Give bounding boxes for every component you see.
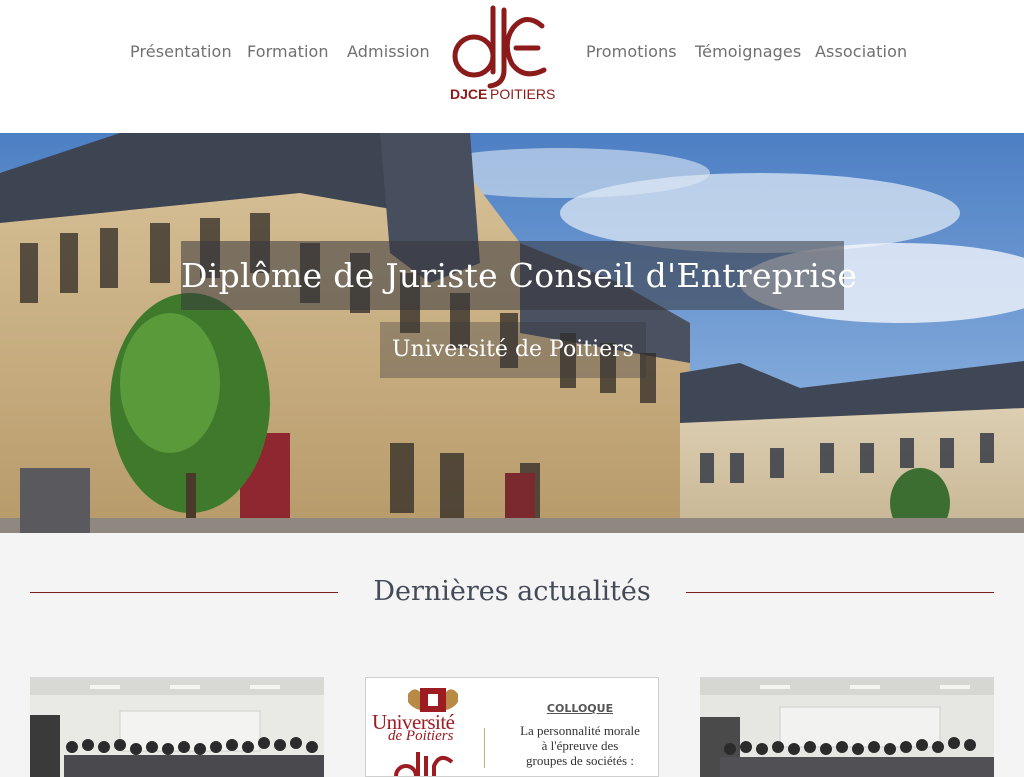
news-rule-right bbox=[686, 592, 994, 593]
nav-admission[interactable]: Admission bbox=[347, 42, 430, 61]
university-de: de Poitiers bbox=[388, 728, 454, 744]
hero-title: Diplôme de Juriste Conseil d'Entreprise bbox=[181, 241, 857, 310]
djce-logo[interactable]: DJCE POITIERS bbox=[446, 4, 562, 102]
logo-wordmark-bold: DJCE bbox=[450, 86, 487, 102]
news-card-2[interactable]: Université de Poitiers COLLOQUE La perso… bbox=[365, 677, 659, 777]
colloque-label: COLLOQUE bbox=[546, 702, 614, 715]
colloque-line-3: groupes de sociétés : bbox=[526, 753, 634, 768]
site-header: Présentation Formation Admission DJCE PO… bbox=[0, 0, 1024, 133]
nav-presentation[interactable]: Présentation bbox=[130, 42, 232, 61]
nav-promotions[interactable]: Promotions bbox=[586, 42, 677, 61]
news-card-3[interactable] bbox=[700, 677, 994, 777]
nav-association[interactable]: Association bbox=[815, 42, 907, 61]
group-photo-image bbox=[30, 677, 324, 777]
colloque-line-2: à l'épreuve des bbox=[541, 738, 619, 753]
news-heading: Dernières actualités bbox=[373, 576, 651, 607]
news-rule-left bbox=[30, 592, 338, 593]
logo-wordmark-light: POITIERS bbox=[490, 86, 555, 102]
hero-banner: Diplôme de Juriste Conseil d'Entreprise … bbox=[0, 133, 1024, 533]
poster-divider bbox=[484, 728, 485, 768]
nav-temoignages[interactable]: Témoignages bbox=[695, 42, 801, 61]
nav-formation[interactable]: Formation bbox=[247, 42, 329, 61]
djce-small-logo-icon bbox=[394, 752, 454, 776]
group-photo-image bbox=[700, 677, 994, 777]
hero-subtitle: Université de Poitiers bbox=[380, 322, 646, 378]
news-card-1[interactable] bbox=[30, 677, 324, 777]
djce-logo-mark: DJCE POITIERS bbox=[450, 5, 555, 102]
colloque-line-1: La personnalité morale bbox=[520, 723, 640, 738]
